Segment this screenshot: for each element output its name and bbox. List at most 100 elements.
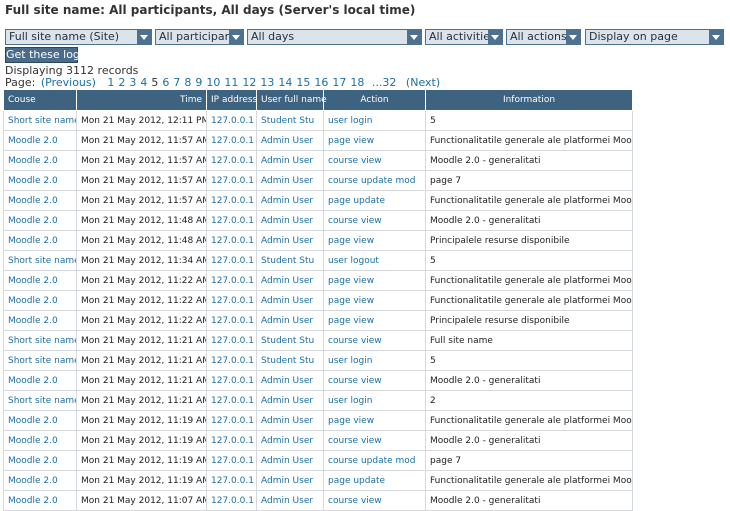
page-link[interactable]: 15 bbox=[296, 76, 310, 89]
ip-link[interactable]: 127.0.0.1 bbox=[211, 436, 254, 446]
user-link[interactable]: Student Stu bbox=[261, 256, 314, 266]
actions-select[interactable]: All actions bbox=[506, 29, 581, 45]
course-link[interactable]: Short site name bbox=[8, 356, 76, 366]
ip-link[interactable]: 127.0.0.1 bbox=[211, 276, 254, 286]
user-link[interactable]: Admin User bbox=[261, 296, 313, 306]
user-link[interactable]: Admin User bbox=[261, 236, 313, 246]
previous-page-link[interactable]: (Previous) bbox=[41, 76, 96, 89]
ip-link[interactable]: 127.0.0.1 bbox=[211, 476, 254, 486]
action-link[interactable]: course view bbox=[328, 336, 382, 346]
course-link[interactable]: Moodle 2.0 bbox=[8, 196, 58, 206]
user-link[interactable]: Admin User bbox=[261, 136, 313, 146]
page-link[interactable]: 18 bbox=[350, 76, 364, 89]
participants-select[interactable]: All participants bbox=[155, 29, 244, 45]
ip-link[interactable]: 127.0.0.1 bbox=[211, 356, 254, 366]
action-link[interactable]: page view bbox=[328, 276, 374, 286]
user-link[interactable]: Admin User bbox=[261, 396, 313, 406]
display-select[interactable]: Display on page bbox=[585, 29, 724, 45]
user-link[interactable]: Student Stu bbox=[261, 356, 314, 366]
page-link[interactable]: 7 bbox=[173, 76, 180, 89]
activities-select[interactable]: All activities bbox=[425, 29, 503, 45]
ip-link[interactable]: 127.0.0.1 bbox=[211, 196, 254, 206]
course-link[interactable]: Moodle 2.0 bbox=[8, 156, 58, 166]
action-link[interactable]: user logout bbox=[328, 256, 379, 266]
page-link[interactable]: 3 bbox=[129, 76, 136, 89]
action-link[interactable]: page view bbox=[328, 296, 374, 306]
page-link[interactable]: 4 bbox=[140, 76, 147, 89]
next-page-link[interactable]: (Next) bbox=[406, 76, 440, 89]
page-link[interactable]: 6 bbox=[162, 76, 169, 89]
course-link[interactable]: Moodle 2.0 bbox=[8, 136, 58, 146]
ip-link[interactable]: 127.0.0.1 bbox=[211, 316, 254, 326]
user-link[interactable]: Admin User bbox=[261, 196, 313, 206]
ip-link[interactable]: 127.0.0.1 bbox=[211, 136, 254, 146]
last-page-link[interactable]: ...32 bbox=[372, 76, 397, 89]
user-link[interactable]: Admin User bbox=[261, 376, 313, 386]
days-select[interactable]: All days bbox=[247, 29, 422, 45]
page-link[interactable]: 10 bbox=[206, 76, 220, 89]
action-link[interactable]: page update bbox=[328, 196, 385, 206]
user-link[interactable]: Admin User bbox=[261, 316, 313, 326]
action-link[interactable]: user login bbox=[328, 116, 372, 126]
page-link[interactable]: 12 bbox=[242, 76, 256, 89]
page-link[interactable]: 14 bbox=[278, 76, 292, 89]
page-link[interactable]: 8 bbox=[184, 76, 191, 89]
action-link[interactable]: page view bbox=[328, 316, 374, 326]
page-link[interactable]: 9 bbox=[195, 76, 202, 89]
action-link[interactable]: page view bbox=[328, 416, 374, 426]
action-link[interactable]: course update mod bbox=[328, 456, 416, 466]
page-link[interactable]: 13 bbox=[260, 76, 274, 89]
ip-link[interactable]: 127.0.0.1 bbox=[211, 376, 254, 386]
ip-link[interactable]: 127.0.0.1 bbox=[211, 336, 254, 346]
course-link[interactable]: Short site name bbox=[8, 336, 76, 346]
course-link[interactable]: Moodle 2.0 bbox=[8, 476, 58, 486]
course-link[interactable]: Moodle 2.0 bbox=[8, 176, 58, 186]
course-link[interactable]: Moodle 2.0 bbox=[8, 436, 58, 446]
page-link[interactable]: 11 bbox=[224, 76, 238, 89]
user-link[interactable]: Student Stu bbox=[261, 336, 314, 346]
course-link[interactable]: Moodle 2.0 bbox=[8, 376, 58, 386]
course-link[interactable]: Moodle 2.0 bbox=[8, 216, 58, 226]
ip-link[interactable]: 127.0.0.1 bbox=[211, 236, 254, 246]
action-link[interactable]: user login bbox=[328, 356, 372, 366]
ip-link[interactable]: 127.0.0.1 bbox=[211, 176, 254, 186]
ip-link[interactable]: 127.0.0.1 bbox=[211, 116, 254, 126]
course-link[interactable]: Moodle 2.0 bbox=[8, 416, 58, 426]
action-link[interactable]: course view bbox=[328, 156, 382, 166]
get-logs-button[interactable]: Get these logs bbox=[5, 47, 86, 63]
user-link[interactable]: Admin User bbox=[261, 156, 313, 166]
action-link[interactable]: course update mod bbox=[328, 176, 416, 186]
course-link[interactable]: Short site name bbox=[8, 396, 76, 406]
user-link[interactable]: Admin User bbox=[261, 456, 313, 466]
action-link[interactable]: course view bbox=[328, 376, 382, 386]
course-link[interactable]: Moodle 2.0 bbox=[8, 456, 58, 466]
ip-link[interactable]: 127.0.0.1 bbox=[211, 456, 254, 466]
action-link[interactable]: user login bbox=[328, 396, 372, 406]
user-link[interactable]: Admin User bbox=[261, 276, 313, 286]
ip-link[interactable]: 127.0.0.1 bbox=[211, 296, 254, 306]
action-link[interactable]: course view bbox=[328, 496, 382, 506]
course-select[interactable]: Full site name (Site) bbox=[5, 29, 152, 45]
user-link[interactable]: Admin User bbox=[261, 476, 313, 486]
user-link[interactable]: Admin User bbox=[261, 176, 313, 186]
ip-link[interactable]: 127.0.0.1 bbox=[211, 156, 254, 166]
ip-link[interactable]: 127.0.0.1 bbox=[211, 496, 254, 506]
action-link[interactable]: page view bbox=[328, 236, 374, 246]
course-link[interactable]: Moodle 2.0 bbox=[8, 296, 58, 306]
ip-link[interactable]: 127.0.0.1 bbox=[211, 256, 254, 266]
ip-link[interactable]: 127.0.0.1 bbox=[211, 216, 254, 226]
page-link[interactable]: 2 bbox=[118, 76, 125, 89]
page-link[interactable]: 1 bbox=[107, 76, 114, 89]
user-link[interactable]: Admin User bbox=[261, 496, 313, 506]
course-link[interactable]: Moodle 2.0 bbox=[8, 496, 58, 506]
ip-link[interactable]: 127.0.0.1 bbox=[211, 396, 254, 406]
course-link[interactable]: Short site name bbox=[8, 256, 76, 266]
course-link[interactable]: Moodle 2.0 bbox=[8, 236, 58, 246]
action-link[interactable]: page update bbox=[328, 476, 385, 486]
course-link[interactable]: Moodle 2.0 bbox=[8, 276, 58, 286]
ip-link[interactable]: 127.0.0.1 bbox=[211, 416, 254, 426]
page-link[interactable]: 16 bbox=[314, 76, 328, 89]
user-link[interactable]: Admin User bbox=[261, 416, 313, 426]
user-link[interactable]: Admin User bbox=[261, 436, 313, 446]
user-link[interactable]: Admin User bbox=[261, 216, 313, 226]
